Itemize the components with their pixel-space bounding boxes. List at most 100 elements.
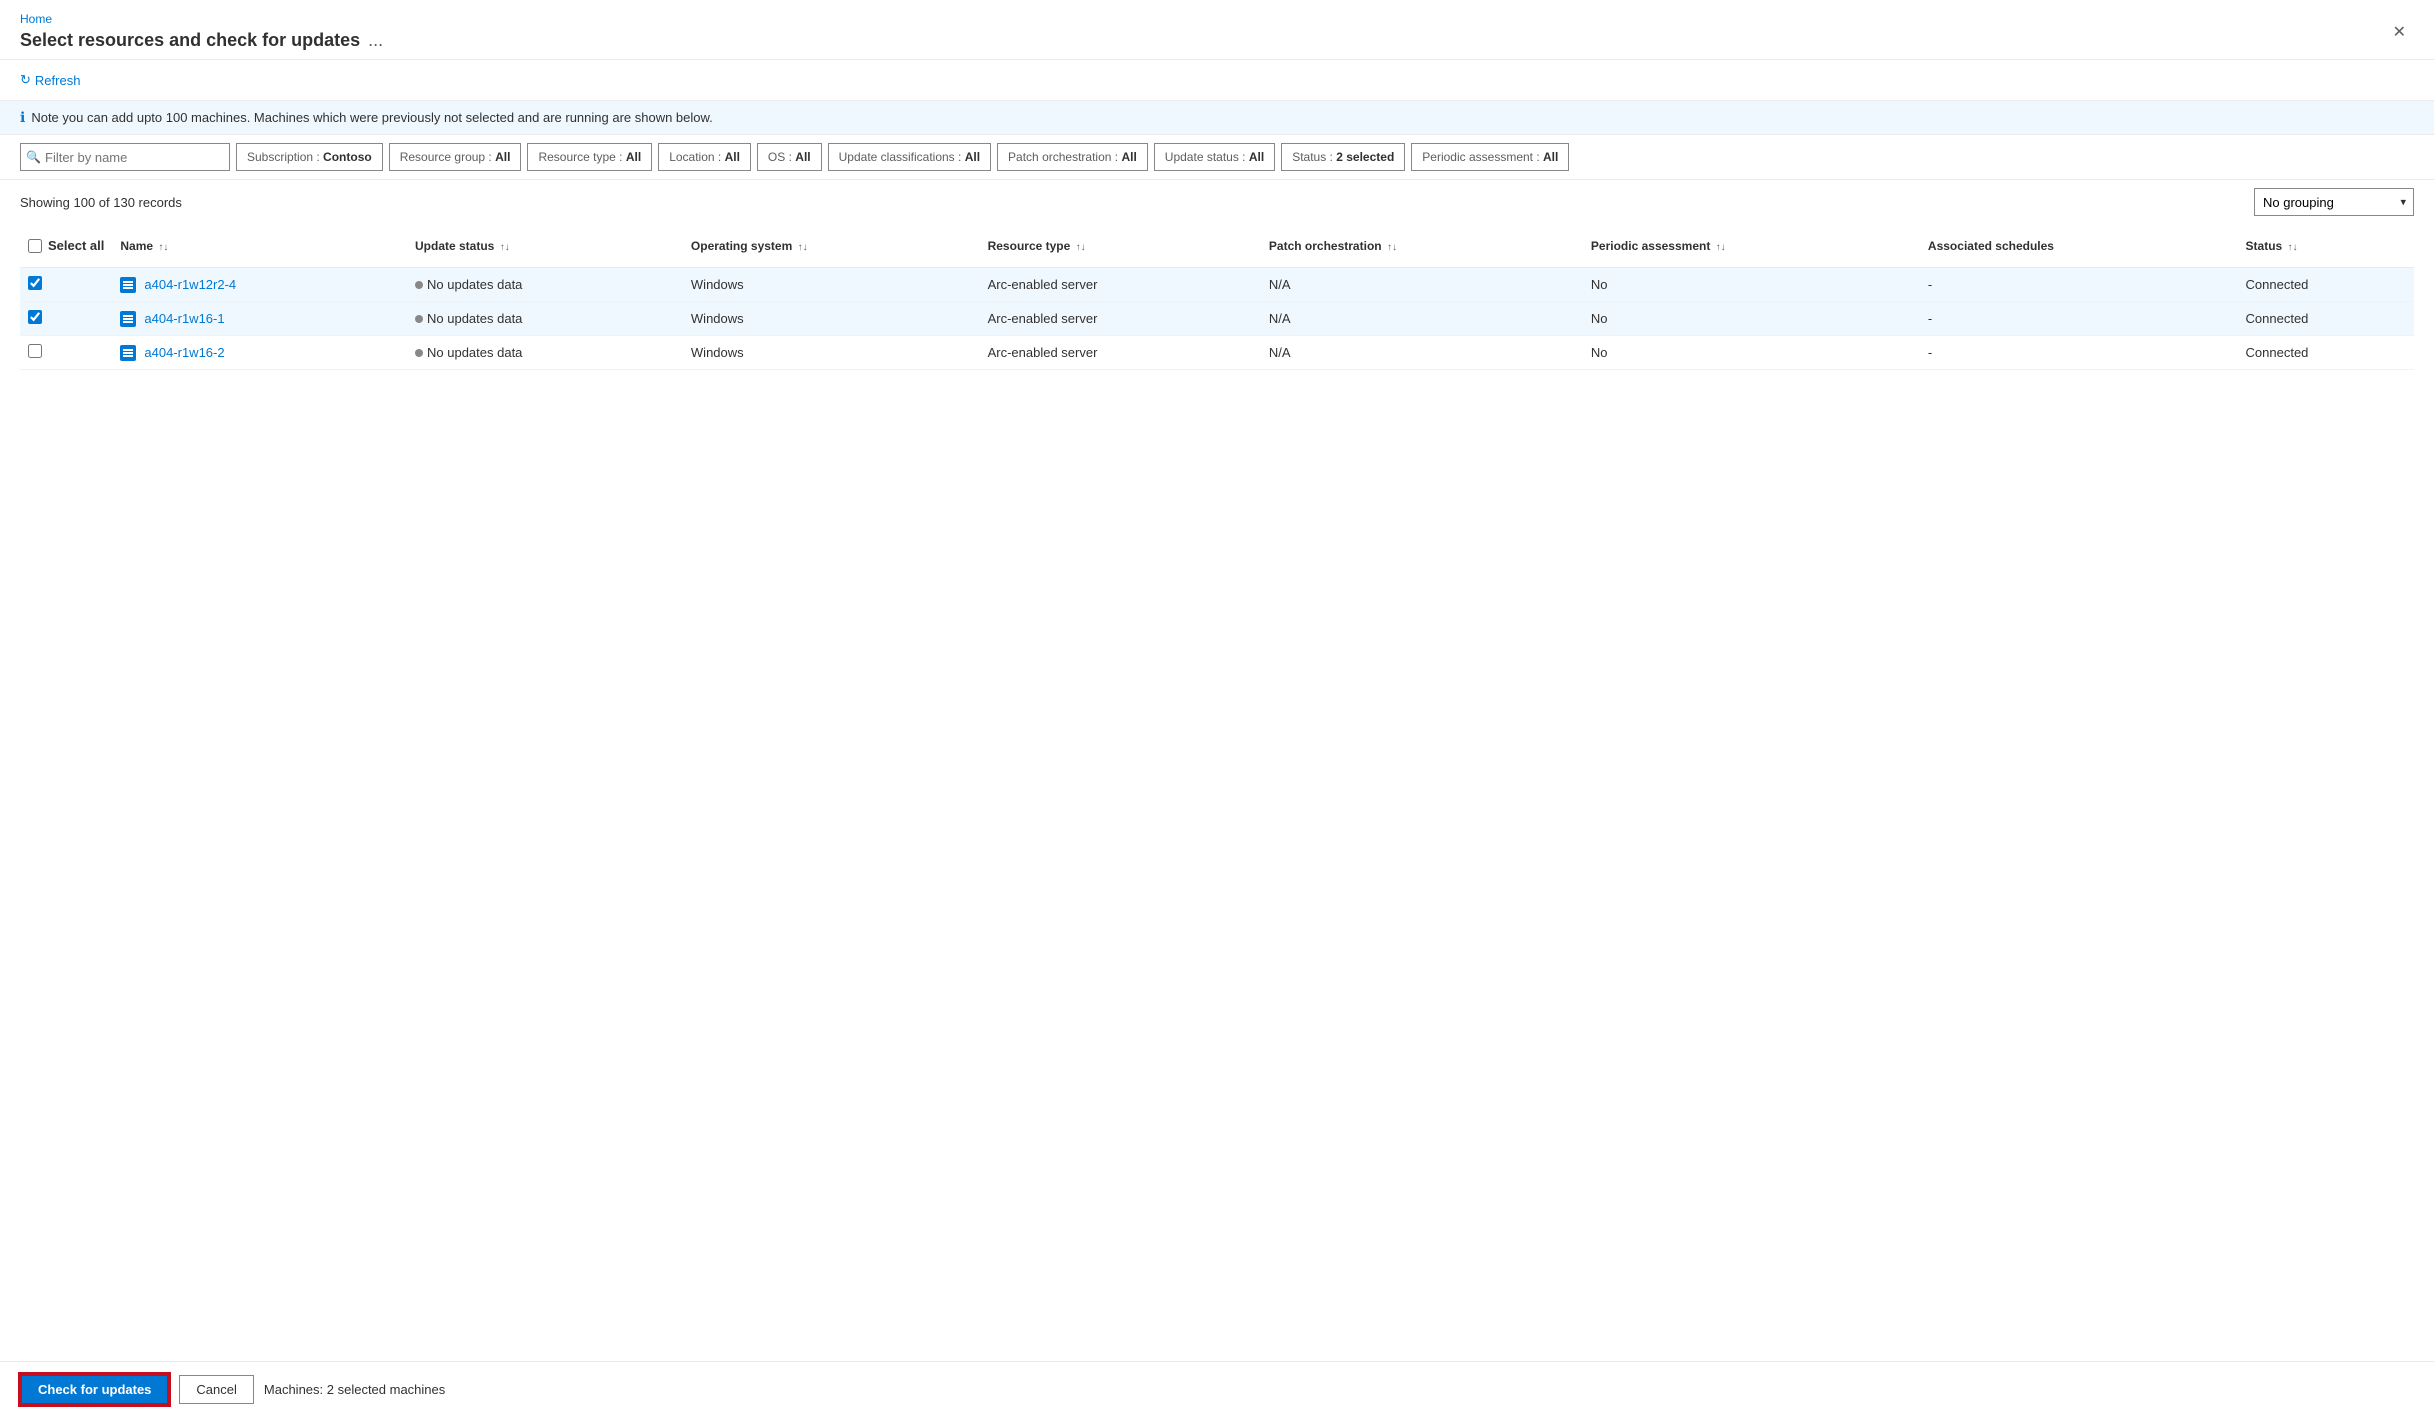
patch-orchestration-value: All <box>1121 150 1136 164</box>
name-cell-inner: a404-r1w12r2-4 <box>120 277 399 293</box>
update-status-filter[interactable]: Update status : All <box>1154 143 1275 171</box>
table-row: a404-r1w12r2-4 No updates dataWindowsArc-… <box>20 268 2414 302</box>
periodic-assessment-label: Periodic assessment : <box>1422 150 1539 164</box>
location-value: All <box>725 150 740 164</box>
server-icon <box>120 345 136 361</box>
close-button[interactable]: ✕ <box>2385 18 2414 46</box>
search-wrapper: 🔍 <box>20 143 230 171</box>
patch-sort-icon: ↑↓ <box>1387 242 1397 253</box>
name-cell-inner: a404-r1w16-1 <box>120 311 399 327</box>
title-row: Select resources and check for updates .… <box>20 30 383 51</box>
row-periodic-assessment: No <box>1583 302 1920 336</box>
col-associated-schedules[interactable]: Associated schedules <box>1920 224 2238 268</box>
location-filter[interactable]: Location : All <box>658 143 751 171</box>
resource-type-filter[interactable]: Resource type : All <box>527 143 652 171</box>
row-name-cell: a404-r1w16-2 <box>112 336 407 370</box>
os-value: All <box>795 150 810 164</box>
cancel-button[interactable]: Cancel <box>179 1375 253 1404</box>
name-cell-inner: a404-r1w16-2 <box>120 345 399 361</box>
status-sort-icon: ↑↓ <box>2288 242 2298 253</box>
breadcrumb[interactable]: Home <box>20 12 383 26</box>
resource-type-label: Resource type : <box>538 150 622 164</box>
row-os: Windows <box>683 302 980 336</box>
col-os[interactable]: Operating system ↑↓ <box>683 224 980 268</box>
no-updates-dot-icon <box>415 315 423 323</box>
info-message: Note you can add upto 100 machines. Mach… <box>31 110 712 125</box>
name-sort-icon: ↑↓ <box>158 242 168 253</box>
row-associated-schedules: - <box>1920 268 2238 302</box>
col-periodic-assessment[interactable]: Periodic assessment ↑↓ <box>1583 224 1920 268</box>
resource-name-link[interactable]: a404-r1w16-1 <box>144 311 224 326</box>
row-periodic-assessment: No <box>1583 268 1920 302</box>
refresh-icon: ↻ <box>20 72 31 88</box>
subscription-filter[interactable]: Subscription : Contoso <box>236 143 383 171</box>
row-associated-schedules: - <box>1920 302 2238 336</box>
patch-orchestration-label: Patch orchestration : <box>1008 150 1118 164</box>
os-sort-icon: ↑↓ <box>798 242 808 253</box>
select-all-row: Select all <box>28 232 104 259</box>
row-checkbox[interactable] <box>28 344 42 358</box>
update-status-value: All <box>1249 150 1264 164</box>
os-filter[interactable]: OS : All <box>757 143 822 171</box>
server-icon <box>120 277 136 293</box>
col-update-status[interactable]: Update status ↑↓ <box>407 224 683 268</box>
resource-group-filter[interactable]: Resource group : All <box>389 143 522 171</box>
grouping-select[interactable]: No grouping Group by OS Group by Status <box>2254 188 2414 216</box>
dialog-title: Select resources and check for updates <box>20 30 360 51</box>
table-header-row: Select all Name ↑↓ Update status ↑↓ Oper… <box>20 224 2414 268</box>
footer: Check for updates Cancel Machines: 2 sel… <box>0 1361 2434 1417</box>
update-classifications-filter[interactable]: Update classifications : All <box>828 143 991 171</box>
row-update-status: No updates data <box>407 336 683 370</box>
col-name[interactable]: Name ↑↓ <box>112 224 407 268</box>
update-classifications-value: All <box>965 150 980 164</box>
resource-name-link[interactable]: a404-r1w16-2 <box>144 345 224 360</box>
periodic-assessment-filter[interactable]: Periodic assessment : All <box>1411 143 1569 171</box>
row-checkbox[interactable] <box>28 276 42 290</box>
row-os: Windows <box>683 336 980 370</box>
table-row: a404-r1w16-1No updates dataWindowsArc-en… <box>20 302 2414 336</box>
dialog-overlay: Home Select resources and check for upda… <box>0 0 2434 1417</box>
row-patch-orchestration: N/A <box>1261 336 1583 370</box>
resource-type-sort-icon: ↑↓ <box>1076 242 1086 253</box>
status-value: 2 selected <box>1336 150 1394 164</box>
os-label: OS : <box>768 150 792 164</box>
row-resource-type: Arc-enabled server <box>980 268 1261 302</box>
resources-table: Select all Name ↑↓ Update status ↑↓ Oper… <box>20 224 2414 370</box>
col-patch-orchestration[interactable]: Patch orchestration ↑↓ <box>1261 224 1583 268</box>
row-checkbox-cell <box>20 268 112 302</box>
update-classifications-label: Update classifications : <box>839 150 962 164</box>
row-status: Connected <box>2238 268 2414 302</box>
row-os: Windows <box>683 268 980 302</box>
info-bar: ℹ Note you can add upto 100 machines. Ma… <box>0 101 2434 135</box>
location-label: Location : <box>669 150 721 164</box>
row-status: Connected <box>2238 336 2414 370</box>
toolbar: ↻ Refresh <box>0 60 2434 101</box>
refresh-button[interactable]: ↻ Refresh <box>20 68 80 92</box>
info-icon: ℹ <box>20 109 25 126</box>
periodic-assessment-value: All <box>1543 150 1558 164</box>
row-patch-orchestration: N/A <box>1261 302 1583 336</box>
select-all-checkbox[interactable] <box>28 239 42 253</box>
status-filter[interactable]: Status : 2 selected <box>1281 143 1405 171</box>
row-name-cell: a404-r1w12r2-4 <box>112 268 407 302</box>
grouping-container: No grouping Group by OS Group by Status <box>2254 188 2414 216</box>
row-checkbox[interactable] <box>28 310 42 324</box>
subscription-label: Subscription : <box>247 150 320 164</box>
records-count: Showing 100 of 130 records <box>20 195 182 210</box>
no-updates-dot-icon <box>415 349 423 357</box>
close-icon: ✕ <box>2393 24 2406 41</box>
select-all-label[interactable]: Select all <box>48 238 104 253</box>
check-for-updates-button[interactable]: Check for updates <box>20 1374 169 1405</box>
patch-orchestration-filter[interactable]: Patch orchestration : All <box>997 143 1148 171</box>
search-input[interactable] <box>20 143 230 171</box>
resource-name-link[interactable]: a404-r1w12r2-4 <box>144 277 236 292</box>
update-status-label: Update status : <box>1165 150 1246 164</box>
dialog-more-options[interactable]: ... <box>368 30 383 51</box>
row-checkbox-cell <box>20 302 112 336</box>
header-left: Home Select resources and check for upda… <box>20 12 383 51</box>
select-all-header: Select all <box>20 224 112 268</box>
col-status[interactable]: Status ↑↓ <box>2238 224 2414 268</box>
content-area: Showing 100 of 130 records No grouping G… <box>0 180 2434 1361</box>
col-resource-type[interactable]: Resource type ↑↓ <box>980 224 1261 268</box>
row-update-status: No updates data <box>407 268 683 302</box>
